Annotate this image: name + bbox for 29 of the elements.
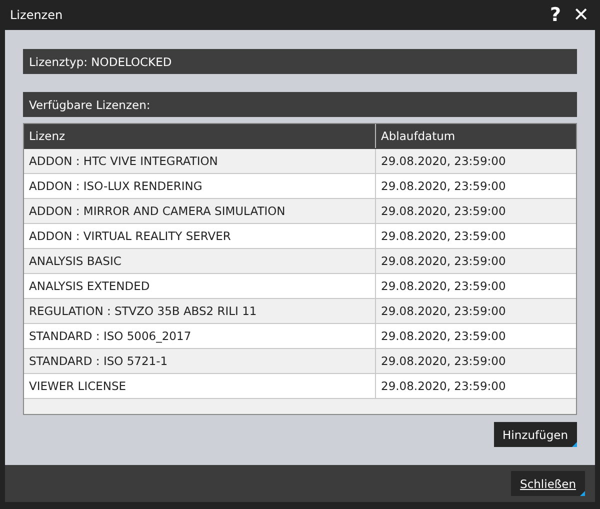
table-cell: STANDARD : ISO 5006_2017	[24, 324, 376, 348]
table-cell: ADDON : VIRTUAL REALITY SERVER	[24, 224, 376, 248]
close-button[interactable]: ✕	[570, 4, 592, 26]
table-cell-text: 29.08.2020, 23:59:00	[380, 328, 507, 345]
table-cell: ANALYSIS BASIC	[24, 249, 376, 273]
table-cell: ANALYSIS EXTENDED	[24, 274, 376, 298]
license-type-bar: Lizenztyp: NODELOCKED	[23, 49, 577, 74]
column-header[interactable]: Ablaufdatum	[376, 124, 576, 148]
table-cell-text: 29.08.2020, 23:59:00	[380, 203, 507, 220]
table-cell-text: 29.08.2020, 23:59:00	[380, 228, 507, 245]
column-header[interactable]: Lizenz	[24, 124, 376, 148]
table-cell-text: 29.08.2020, 23:59:00	[380, 353, 507, 370]
table-cell: STANDARD : ISO 5721-1	[24, 349, 376, 373]
table-cell-text: 29.08.2020, 23:59:00	[380, 278, 507, 295]
add-button[interactable]: Hinzufügen	[494, 422, 577, 447]
table-cell-text: 29.08.2020, 23:59:00	[380, 303, 507, 320]
table-cell-text: 29.08.2020, 23:59:00	[380, 378, 507, 395]
table-cell: ADDON : MIRROR AND CAMERA SIMULATION	[24, 199, 376, 223]
close-dialog-button[interactable]: Schließen	[511, 471, 585, 496]
table-cell: REGULATION : STVZO 35B ABS2 RILI 11	[24, 299, 376, 323]
table-cell-text: 29.08.2020, 23:59:00	[380, 178, 507, 195]
window-title: Lizenzen	[10, 8, 64, 22]
help-button[interactable]: ?	[547, 4, 564, 26]
table-cell-text: 29.08.2020, 23:59:00	[380, 153, 507, 170]
section-heading: Verfügbare Lizenzen:	[23, 92, 577, 117]
table-cell-text: 29.08.2020, 23:59:00	[380, 253, 507, 270]
table-cell: ADDON : HTC VIVE INTEGRATION	[24, 149, 376, 173]
table-cell: VIEWER LICENSE	[24, 374, 376, 398]
table-cell: ADDON : ISO-LUX RENDERING	[24, 174, 376, 198]
